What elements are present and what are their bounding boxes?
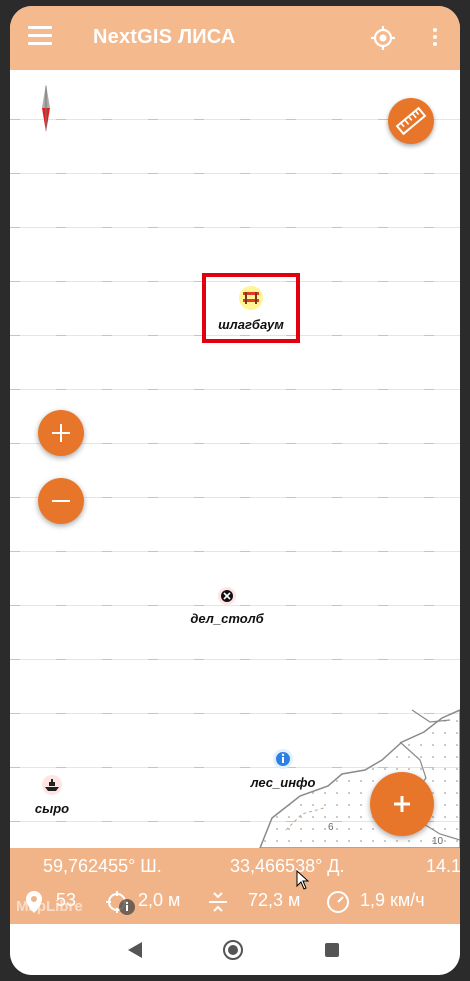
speedometer-icon <box>327 891 349 913</box>
location-status-panel: MapLibre 59,762455° Ш. 33,466538° Д. 14.… <box>10 848 460 924</box>
map-point-label: лес_инфо <box>250 775 316 790</box>
zoom-out-button[interactable] <box>38 478 84 524</box>
latitude-value: 59,762455° Ш. <box>43 856 162 876</box>
measure-ruler-button[interactable] <box>388 98 434 144</box>
zoom-level: 14.1z <box>426 856 460 876</box>
mouse-cursor-icon <box>296 870 310 890</box>
cross-circle-icon <box>218 587 236 605</box>
more-vert-icon[interactable] <box>432 28 438 50</box>
coastline-land <box>259 709 460 848</box>
map-point[interactable]: шлагбаум <box>206 284 296 332</box>
add-point-button[interactable] <box>370 772 434 836</box>
zoom-in-button[interactable] <box>38 410 84 456</box>
speed-value: 1,9 км/ч <box>360 890 425 910</box>
altitude-icon <box>209 892 227 912</box>
map-point-label: шлагбаум <box>218 317 284 332</box>
map-point[interactable]: дел_столб <box>182 586 272 626</box>
location-pin-icon <box>26 891 42 913</box>
map-point-label: дел_столб <box>190 611 264 626</box>
compass-icon[interactable] <box>38 84 54 132</box>
info-icon[interactable] <box>118 898 136 916</box>
plus-icon <box>52 424 70 442</box>
recents-icon[interactable] <box>324 942 340 958</box>
minus-icon <box>52 500 70 502</box>
map-point[interactable]: сыро <box>24 774 80 816</box>
coast-label: 6 <box>328 822 334 833</box>
home-icon[interactable] <box>222 939 244 961</box>
gps-target-icon[interactable] <box>370 25 396 51</box>
info-icon <box>273 749 293 769</box>
barrier-icon <box>239 286 263 310</box>
coast-label: 10 <box>432 836 444 847</box>
accuracy-value: 2,0 м <box>138 890 181 910</box>
ship-icon <box>42 775 62 795</box>
back-icon[interactable] <box>126 941 144 959</box>
map-point-label: сыро <box>34 801 70 816</box>
altitude-value: 72,3 м <box>248 890 301 910</box>
app-title: NextGIS ЛИСА <box>93 26 236 48</box>
satellite-count: 53 <box>56 890 77 910</box>
system-nav-bar <box>10 924 460 975</box>
plus-icon <box>394 796 410 812</box>
longitude-value: 33,466538° Д. <box>230 856 345 876</box>
ruler-icon <box>395 106 427 136</box>
map-view[interactable]: 6 10 шлагбаум дел_столб лес_инфо сыро <box>10 70 460 848</box>
map-point[interactable]: лес_инфо <box>240 748 326 790</box>
phone-screen: NextGIS ЛИСА 6 10 шлагбаум дел_столб лес… <box>10 6 460 975</box>
app-bar: NextGIS ЛИСА <box>10 6 460 70</box>
hamburger-icon[interactable] <box>28 26 52 46</box>
